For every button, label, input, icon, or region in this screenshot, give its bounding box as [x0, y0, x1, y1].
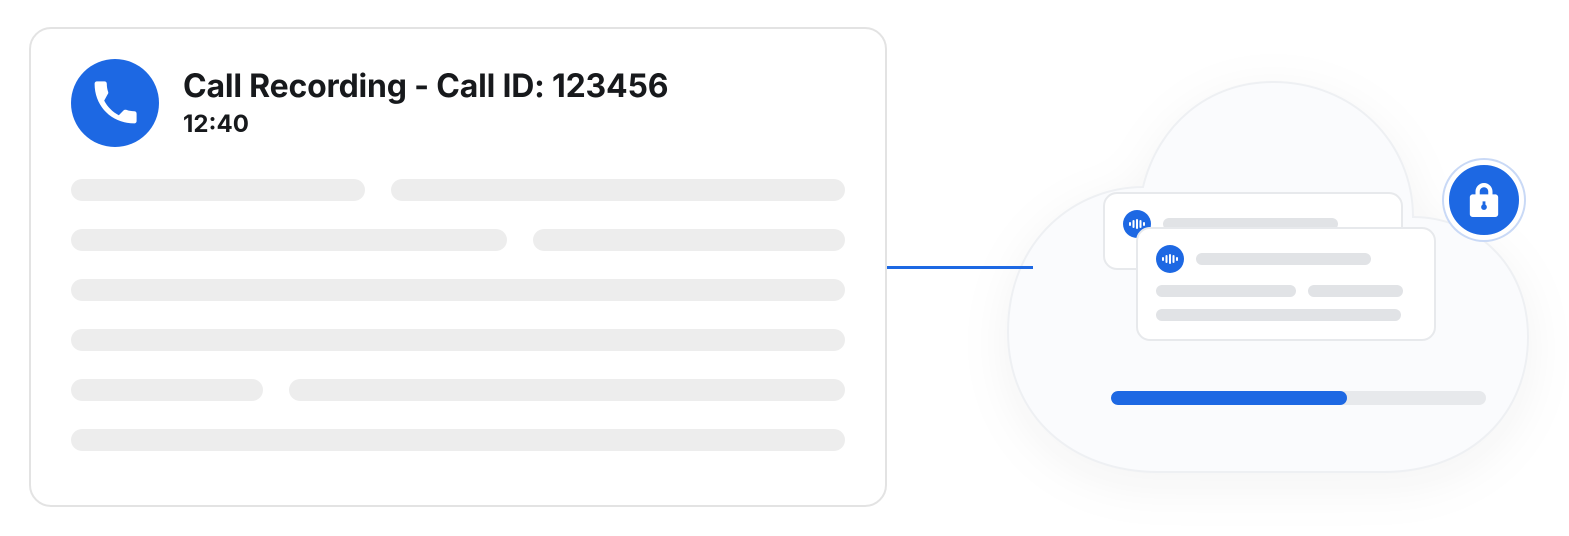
placeholder-line [71, 279, 845, 301]
placeholder-line [1156, 285, 1296, 297]
cloud-storage [983, 47, 1543, 487]
placeholder-line [1308, 285, 1403, 297]
placeholder-line [1156, 309, 1401, 321]
placeholder-line [71, 229, 507, 251]
placeholder-line [71, 429, 845, 451]
connection-line [887, 266, 1033, 269]
transcript-placeholder-lines [71, 179, 845, 451]
call-card-duration: 12:40 [183, 109, 668, 138]
upload-progress-fill [1111, 391, 1347, 405]
placeholder-line [71, 179, 365, 201]
waveform-icon [1156, 245, 1184, 273]
upload-progress-bar [1111, 391, 1486, 405]
stored-call-card [1136, 227, 1436, 341]
lock-icon [1444, 160, 1524, 240]
placeholder-line [1196, 253, 1371, 265]
placeholder-line [71, 379, 263, 401]
placeholder-line [289, 379, 845, 401]
call-card-title-block: Call Recording - Call ID: 123456 12:40 [183, 68, 668, 138]
placeholder-line [533, 229, 845, 251]
call-card-header: Call Recording - Call ID: 123456 12:40 [71, 59, 845, 147]
call-recording-card: Call Recording - Call ID: 123456 12:40 [29, 27, 887, 507]
placeholder-line [391, 179, 845, 201]
call-card-title: Call Recording - Call ID: 123456 [183, 68, 668, 103]
phone-icon [71, 59, 159, 147]
placeholder-line [71, 329, 845, 351]
